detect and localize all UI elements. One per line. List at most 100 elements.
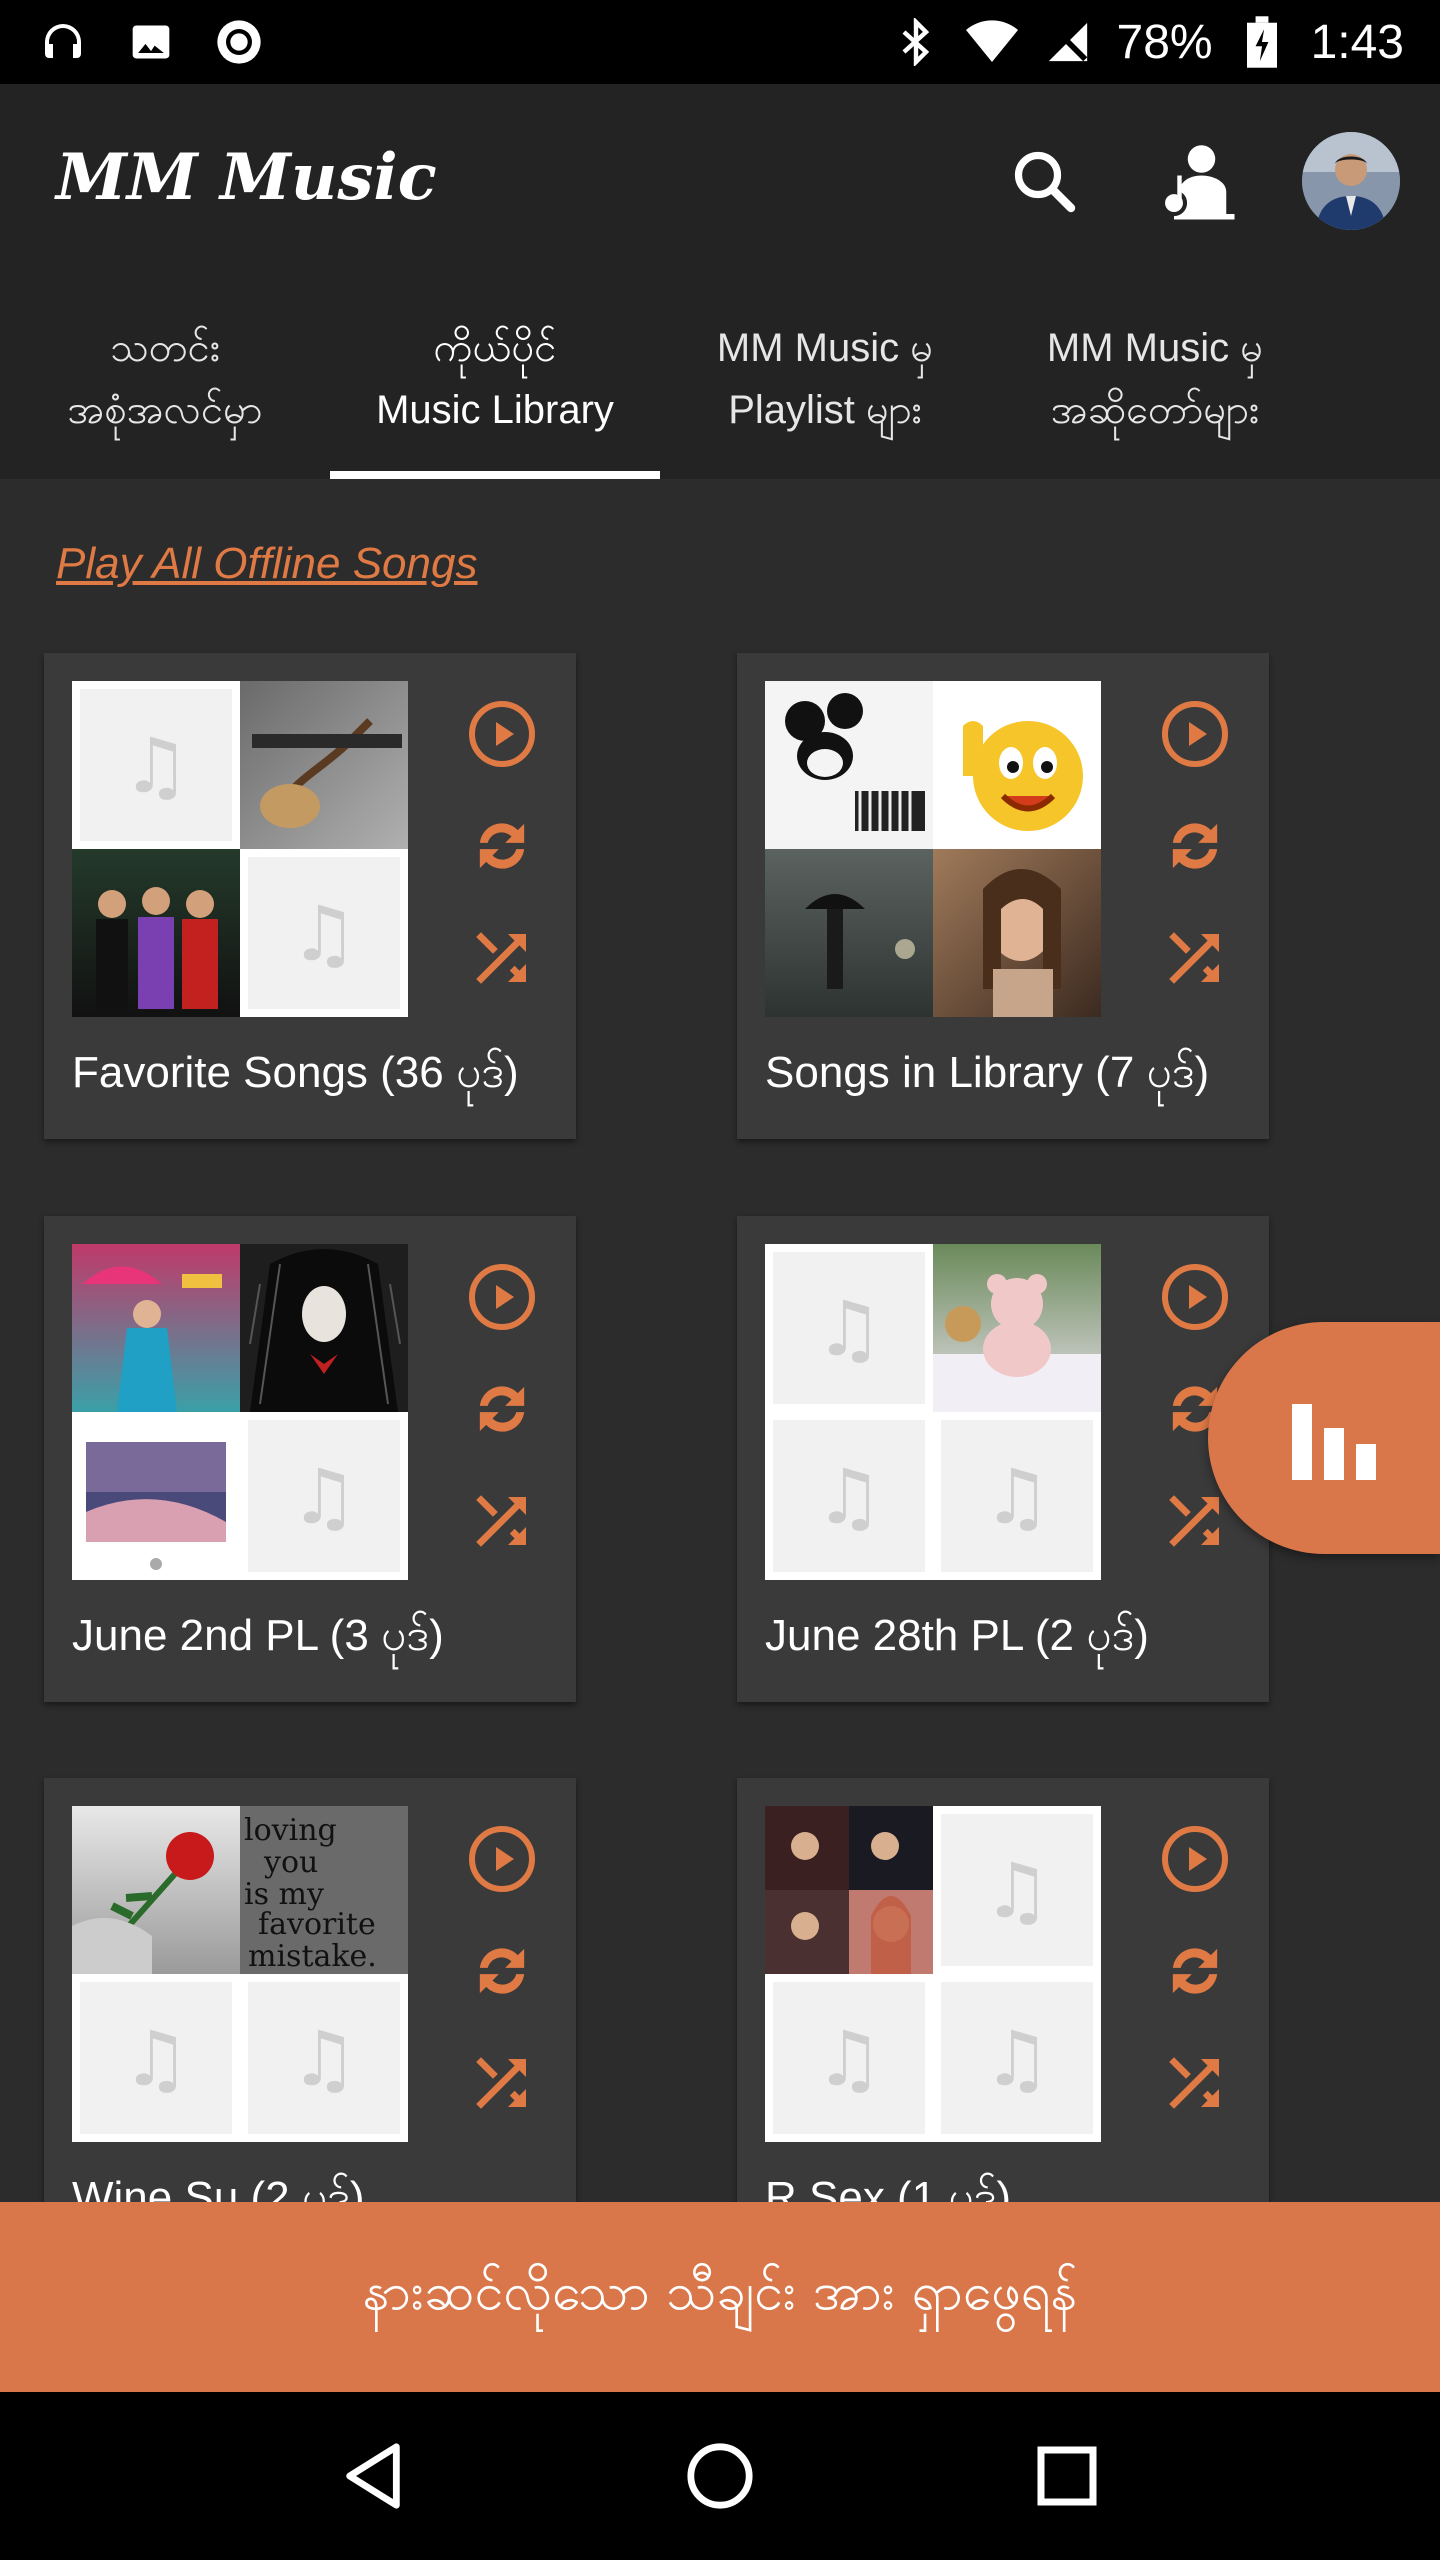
music-note-placeholder-icon: ♫ xyxy=(765,1412,933,1580)
playlist-title: Favorite Songs (36 ပုဒ်) xyxy=(72,1048,519,1097)
playlist-title: Songs in Library (7 ပုဒ်) xyxy=(765,1048,1210,1097)
play-circle-icon xyxy=(469,701,535,767)
album-art-emoji xyxy=(933,681,1101,849)
shuffle-icon xyxy=(1169,932,1219,984)
music-note-placeholder-icon: ♫ xyxy=(765,1244,933,1412)
playlist-card-r-sex[interactable]: ♫ ♫ ♫ R Sex (1 ပုဒ်) xyxy=(737,1778,1269,2202)
shuffle-button[interactable] xyxy=(1157,1486,1233,1556)
recents-button[interactable] xyxy=(1017,2426,1117,2526)
repeat-icon xyxy=(1172,1948,1218,1994)
playlist-title: June 2nd PL (3 ပုဒ်) xyxy=(72,1611,444,1660)
playlist-card-june-2nd[interactable]: ♫ June 2nd PL (3 ပုဒ်) xyxy=(44,1216,576,1702)
svg-text:loving: loving xyxy=(244,1813,337,1848)
repeat-button[interactable] xyxy=(1157,1936,1233,2006)
search-songs-label: နားဆင်လိုသော သီချင်း အား ရှာဖွေရန် xyxy=(362,2262,1078,2322)
tab-label: Playlist များ xyxy=(728,388,922,432)
search-button[interactable] xyxy=(998,135,1090,227)
battery-charging-icon xyxy=(1235,15,1289,69)
music-note-placeholder-icon: ♫ xyxy=(933,1974,1101,2142)
battery-percent: 78% xyxy=(1116,15,1213,69)
headphones-icon xyxy=(36,15,90,69)
playlist-cover: loving you is my favorite mistake. ♫ ♫ xyxy=(72,1806,408,2142)
home-icon xyxy=(687,2443,753,2509)
playlist-title: R Sex (1 ပုဒ်) xyxy=(765,2173,1012,2202)
album-art-collage xyxy=(765,1806,933,1974)
playlist-card-wine-su[interactable]: loving you is my favorite mistake. ♫ ♫ Wine … xyxy=(44,1778,576,2202)
shuffle-button[interactable] xyxy=(1157,2048,1233,2118)
play-circle-icon xyxy=(469,1264,535,1330)
status-bar: 78% 1:43 xyxy=(0,0,1440,84)
playlist-card-library[interactable]: Songs in Library (7 ပုဒ်) xyxy=(737,653,1269,1139)
repeat-icon xyxy=(479,823,525,869)
music-note-placeholder-icon: ♫ xyxy=(72,1974,240,2142)
back-icon xyxy=(346,2443,401,2509)
music-note-placeholder-icon: ♫ xyxy=(240,849,408,1017)
playlist-card-june-28th[interactable]: ♫ ♫ ♫ June 28th PL (2 ပုဒ်) xyxy=(737,1216,1269,1702)
shuffle-button[interactable] xyxy=(464,923,540,993)
play-button[interactable] xyxy=(1157,1824,1233,1894)
search-songs-bar[interactable]: နားဆင်လိုသော သီချင်း အား ရှာဖွေရန် xyxy=(0,2202,1440,2392)
repeat-button[interactable] xyxy=(1157,811,1233,881)
music-note-placeholder-icon: ♫ xyxy=(240,1974,408,2142)
album-art-dark-hair xyxy=(240,1244,408,1412)
album-art-portrait xyxy=(933,849,1101,1017)
app-title: MM Music xyxy=(56,140,437,215)
tab-label: Music Library xyxy=(376,388,614,432)
album-art-teddy xyxy=(933,1244,1101,1412)
repeat-button[interactable] xyxy=(464,1374,540,1444)
tab-news[interactable]: သတင်း အစုံအလင်မှာ xyxy=(0,279,330,479)
now-playing-button[interactable] xyxy=(1208,1322,1440,1554)
shuffle-button[interactable] xyxy=(464,2048,540,2118)
shuffle-button[interactable] xyxy=(464,1486,540,1556)
music-note-placeholder-icon: ♫ xyxy=(72,681,240,849)
play-circle-icon xyxy=(1162,701,1228,767)
music-note-placeholder-icon: ♫ xyxy=(933,1806,1101,1974)
avatar[interactable] xyxy=(1302,132,1400,230)
play-all-offline-link[interactable]: Play All Offline Songs xyxy=(56,539,477,589)
bluetooth-icon xyxy=(889,15,943,69)
shuffle-icon xyxy=(476,1495,526,1547)
tab-label: MM Music မှ xyxy=(1046,326,1264,370)
album-art-guitar xyxy=(240,681,408,849)
search-icon xyxy=(1014,151,1076,213)
tab-playlists[interactable]: MM Music မှ Playlist များ xyxy=(660,279,990,479)
recents-icon xyxy=(1037,2446,1097,2506)
record-icon xyxy=(212,15,266,69)
playlist-cover: ♫ ♫ ♫ xyxy=(765,1244,1101,1580)
music-note-placeholder-icon: ♫ xyxy=(765,1974,933,2142)
artists-button[interactable] xyxy=(1150,135,1242,227)
repeat-button[interactable] xyxy=(464,811,540,881)
playlist-cover: ♫ ♫ xyxy=(72,681,408,1017)
home-button[interactable] xyxy=(670,2426,770,2526)
library-content: Play All Offline Songs ♫ ♫ Favorite Song… xyxy=(0,479,1440,2202)
artist-icon xyxy=(1160,145,1235,220)
album-art-sky xyxy=(72,1412,240,1580)
tab-artists[interactable]: MM Music မှ အဆိုတော်များ xyxy=(990,279,1320,479)
shuffle-button[interactable] xyxy=(1157,923,1233,993)
system-nav-bar xyxy=(0,2392,1440,2560)
play-button[interactable] xyxy=(464,1262,540,1332)
tab-my-library[interactable]: ကိုယ်ပိုင် Music Library xyxy=(330,279,660,479)
play-circle-icon xyxy=(1162,1264,1228,1330)
clock: 1:43 xyxy=(1310,15,1404,69)
play-button[interactable] xyxy=(1157,1262,1233,1332)
album-art-group xyxy=(72,849,240,1017)
playlist-title: June 28th PL (2 ပုဒ်) xyxy=(765,1611,1149,1660)
playlist-title: Wine Su (2 ပုဒ်) xyxy=(72,2173,365,2202)
shuffle-icon xyxy=(476,932,526,984)
playlist-cover: ♫ ♫ ♫ xyxy=(765,1806,1101,2142)
tab-bar: သတင်း အစုံအလင်မှာ ကိုယ်ပိုင် Music Libra… xyxy=(0,279,1440,479)
tab-label: အစုံအလင်မှာ xyxy=(67,388,263,432)
repeat-icon xyxy=(479,1948,525,1994)
playlist-cover: ♫ xyxy=(72,1244,408,1580)
repeat-button[interactable] xyxy=(464,1936,540,2006)
play-circle-icon xyxy=(469,1826,535,1892)
album-art-mickey xyxy=(765,681,933,849)
back-button[interactable] xyxy=(323,2426,423,2526)
play-button[interactable] xyxy=(1157,699,1233,769)
playlist-card-favorite[interactable]: ♫ ♫ Favorite Songs (36 ပုဒ်) xyxy=(44,653,576,1139)
play-button[interactable] xyxy=(464,1824,540,1894)
play-button[interactable] xyxy=(464,699,540,769)
album-art-text-quote: loving you is my favorite mistake. xyxy=(240,1806,408,1974)
album-art-rose xyxy=(72,1806,240,1974)
